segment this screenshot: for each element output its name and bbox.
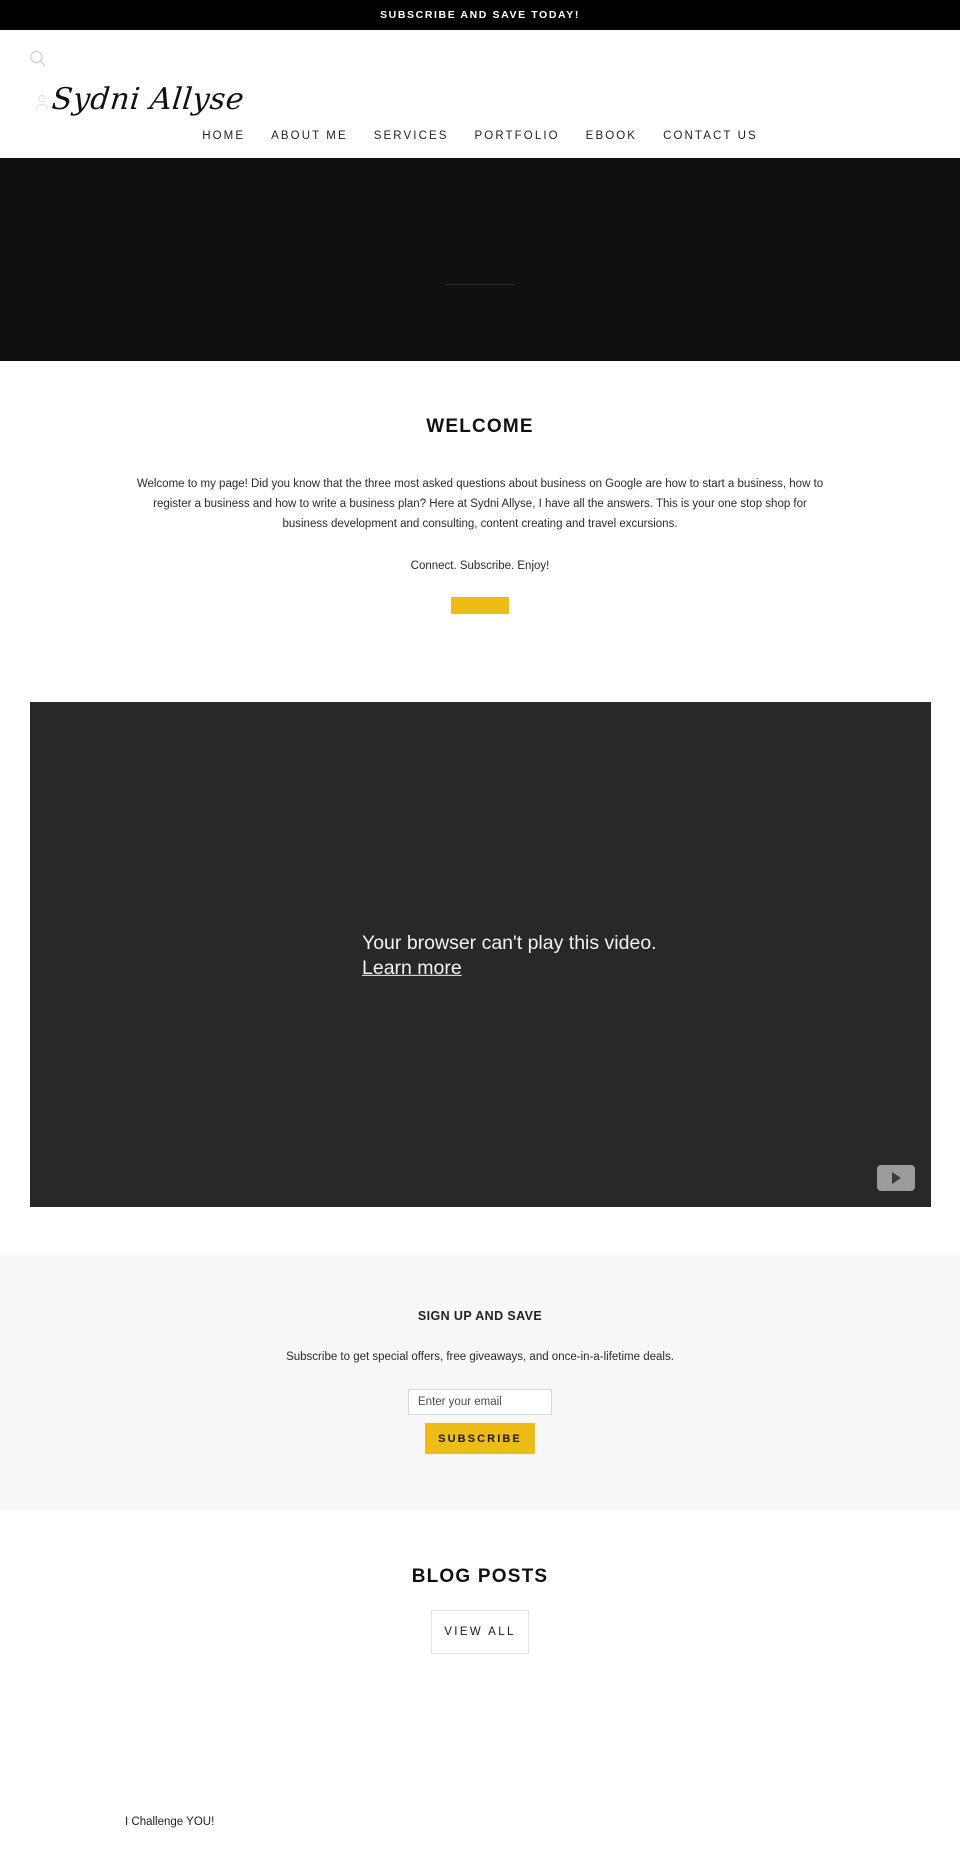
welcome-paragraph: Welcome to my page! Did you know that th… — [136, 478, 824, 531]
nav-item-home[interactable]: HOME — [202, 130, 245, 142]
welcome-section: WELCOME Welcome to my page! Did you know… — [0, 361, 960, 655]
search-button[interactable] — [25, 46, 51, 72]
page-root: SUBSCRIBE AND SAVE TODAY! Sydni Allyse H… — [0, 0, 960, 1861]
view-all-button[interactable]: VIEW ALL — [431, 1610, 529, 1655]
newsletter-heading: SIGN UP AND SAVE — [417, 1309, 543, 1324]
newsletter-section: SIGN UP AND SAVE Subscribe to get specia… — [0, 1255, 960, 1511]
announcement-text: SUBSCRIBE AND SAVE TODAY! — [380, 9, 580, 21]
nav-item-about-me[interactable]: ABOUT ME — [271, 130, 348, 142]
welcome-heading: WELCOME — [426, 416, 534, 437]
blog-section: BLOG POSTS VIEW ALL I Challenge YOU! — [0, 1510, 960, 1861]
video-section: Your browser can't play this video. Lear… — [0, 654, 960, 1208]
nav-item-services[interactable]: SERVICES — [374, 130, 449, 142]
hero-divider — [446, 284, 514, 285]
announcement-bar: SUBSCRIBE AND SAVE TODAY! — [0, 0, 960, 30]
welcome-tagline: Connect. Subscribe. Enjoy! — [410, 560, 550, 573]
blog-post-title[interactable]: I Challenge YOU! — [125, 1814, 835, 1830]
person-icon — [34, 89, 50, 111]
nav-item-contact-us[interactable]: CONTACT US — [663, 130, 758, 142]
blog-post-list: I Challenge YOU! — [0, 1814, 960, 1860]
site-header: Sydni Allyse HOME ABOUT ME SERVICES PORT… — [0, 30, 960, 158]
subscribe-button[interactable]: SUBSCRIBE — [425, 1423, 535, 1455]
video-error-text: Your browser can't play this video. — [362, 931, 657, 954]
hero-banner — [0, 158, 960, 361]
email-input[interactable] — [408, 1389, 552, 1416]
video-play-button[interactable] — [876, 1165, 915, 1192]
play-icon — [892, 1172, 901, 1185]
nav-item-ebook[interactable]: EBOOK — [586, 130, 637, 142]
video-learn-more-link[interactable]: Learn more — [362, 957, 462, 980]
video-error-message: Your browser can't play this video. Lear… — [220, 930, 740, 980]
nav-item-portfolio[interactable]: PORTFOLIO — [475, 130, 560, 142]
search-icon — [28, 49, 48, 69]
main-navigation: HOME ABOUT ME SERVICES PORTFOLIO EBOOK C… — [0, 130, 960, 142]
brand-name: Sydni Allyse — [50, 82, 247, 117]
brand-logo[interactable]: Sydni Allyse — [34, 82, 247, 117]
newsletter-form: SUBSCRIBE — [0, 1389, 960, 1455]
newsletter-subtitle: Subscribe to get special offers, free gi… — [286, 1351, 674, 1364]
video-player[interactable]: Your browser can't play this video. Lear… — [29, 702, 931, 1208]
hero-content — [446, 234, 514, 285]
welcome-cta-button[interactable] — [451, 597, 509, 615]
blog-heading: BLOG POSTS — [411, 1566, 549, 1588]
